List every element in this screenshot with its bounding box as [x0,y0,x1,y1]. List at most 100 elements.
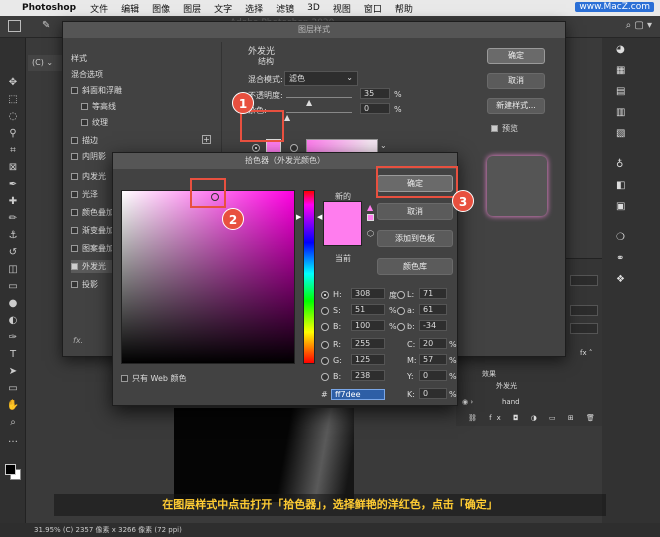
channels-icon[interactable]: ❍ [616,232,636,247]
adjust-icon[interactable]: ◧ [616,180,636,195]
add-to-swatches-button[interactable]: 添加到色板 [377,230,453,247]
lab-a-radio[interactable] [397,307,405,315]
healing-tool-icon[interactable]: ✚ [0,193,26,210]
frame-tool-icon[interactable]: ⊠ [0,159,26,176]
checkbox[interactable] [81,119,88,126]
stamp-tool-icon[interactable]: ⚓ [0,227,26,244]
m-input[interactable]: 57 [419,354,447,365]
foreground-color-swatch[interactable] [5,464,16,475]
layer-panel-footer-icons[interactable]: ⛓ fx ◘ ◑ ▭ ⊞ 🗑 [468,414,600,422]
s-input[interactable]: 51 [351,304,385,315]
lab-b-input[interactable]: -34 [419,320,447,331]
checkbox[interactable] [71,87,78,94]
history-brush-icon[interactable]: ↺ [0,244,26,261]
more-tools-icon[interactable]: … [0,431,26,448]
layer-outer-glow-label[interactable]: 外发光 [496,381,517,391]
gradient-radio[interactable] [290,144,298,152]
menu-filter[interactable]: 滤镜 [276,2,294,15]
hand-tool-icon[interactable]: ✋ [0,397,26,414]
blur-tool-icon[interactable]: ● [0,295,26,312]
lasso-tool-icon[interactable]: ◌ [0,108,26,125]
layer-effects-label[interactable]: 效果 [482,369,496,379]
menu-image[interactable]: 图像 [152,2,170,15]
blue-input[interactable]: 238 [351,370,385,381]
move-tool-icon[interactable]: ✥ [0,74,26,91]
web-color-icon[interactable] [367,214,374,221]
y-input[interactable]: 0 [419,370,447,381]
swatches-icon[interactable]: ▤ [616,86,636,101]
type-tool-icon[interactable]: T [0,346,26,363]
hue-thumb-right-icon[interactable]: ◀ [317,213,322,221]
web-only-toggle[interactable]: 只有 Web 颜色 [121,373,187,384]
blend-options-item[interactable]: 混合选项 [71,68,211,81]
home-icon[interactable] [8,20,21,32]
preview-toggle[interactable]: 预览 [491,123,518,134]
checkbox[interactable] [121,375,128,382]
checkbox-checked[interactable] [71,263,78,270]
gradients-icon[interactable]: ▥ [616,107,636,122]
k-input[interactable]: 0 [419,388,447,399]
checkbox[interactable] [81,103,88,110]
s-radio[interactable] [321,307,329,315]
shape-tool-icon[interactable]: ▭ [0,380,26,397]
zoom-tool-icon[interactable]: ⌕ [0,414,26,431]
opacity-slider[interactable] [286,97,352,98]
eye-icon[interactable]: ◉ › [462,398,473,406]
hex-input[interactable]: ff7dee [331,389,385,400]
checkbox[interactable] [71,137,78,144]
paths-icon[interactable]: ⚭ [616,253,636,268]
checkbox[interactable] [71,153,78,160]
blend-mode-select[interactable]: 滤色 ⌄ [284,71,358,86]
checkbox[interactable] [71,227,78,234]
hue-slider[interactable] [303,190,315,364]
pen-tool-icon[interactable]: ✑ [0,329,26,346]
h-input[interactable]: 308 [351,288,385,299]
opacity-field[interactable] [570,275,598,286]
quick-select-tool-icon[interactable]: ⚲ [0,125,26,142]
layer-group-name[interactable]: hand [502,398,520,406]
blue-radio[interactable] [321,373,329,381]
checkbox[interactable] [71,281,78,288]
fill-field-2[interactable] [570,323,598,334]
search-icon[interactable]: ⌕ ▢ ▾ [626,20,652,31]
menu-file[interactable]: 文件 [90,2,108,15]
checkbox[interactable] [71,245,78,252]
checkbox[interactable] [71,191,78,198]
b-input[interactable]: 100 [351,320,385,331]
adjustments-icon[interactable]: ◕ [616,44,636,59]
gradient-tool-icon[interactable]: ▭ [0,278,26,295]
brush-tool-icon[interactable]: ✏ [0,210,26,227]
dodge-tool-icon[interactable]: ◐ [0,312,26,329]
lightbulb-icon[interactable]: ♁ [616,159,636,174]
checkbox-checked[interactable] [491,125,498,132]
brush-icon[interactable]: ✎ [42,20,50,31]
marquee-tool-icon[interactable]: ⬚ [0,91,26,108]
checkbox[interactable] [71,209,78,216]
noise-input[interactable]: 0 [360,103,390,114]
document-tab[interactable]: (C) ⌄ [28,55,62,71]
lab-a-input[interactable]: 61 [419,304,447,315]
h-radio[interactable] [321,291,329,299]
color-radio[interactable] [252,144,260,152]
properties-icon[interactable]: ▣ [616,201,636,216]
r-input[interactable]: 255 [351,338,385,349]
path-select-tool-icon[interactable]: ➤ [0,363,26,380]
cancel-button[interactable]: 取消 [487,73,545,89]
cube-icon[interactable]: ⬡ [367,229,374,238]
crop-tool-icon[interactable]: ⌗ [0,142,26,159]
lab-b-radio[interactable] [397,323,405,331]
style-item-texture[interactable]: 纹理 [81,116,221,129]
menu-type[interactable]: 文字 [214,2,232,15]
menu-view[interactable]: 视图 [333,2,351,15]
color-libraries-button[interactable]: 颜色库 [377,258,453,275]
hue-thumb-left-icon[interactable]: ▶ [296,213,301,221]
menu-help[interactable]: 帮助 [395,2,413,15]
slider-thumb-icon[interactable]: ▲ [284,113,290,122]
grid-icon[interactable]: ▦ [616,65,636,80]
menu-3d[interactable]: 3D [307,3,320,13]
opacity-input[interactable]: 35 [360,88,390,99]
ok-button[interactable]: 确定 [487,48,545,64]
chevron-down-icon[interactable]: ⌄ [380,141,387,150]
g-radio[interactable] [321,357,329,365]
lab-l-input[interactable]: 71 [419,288,447,299]
